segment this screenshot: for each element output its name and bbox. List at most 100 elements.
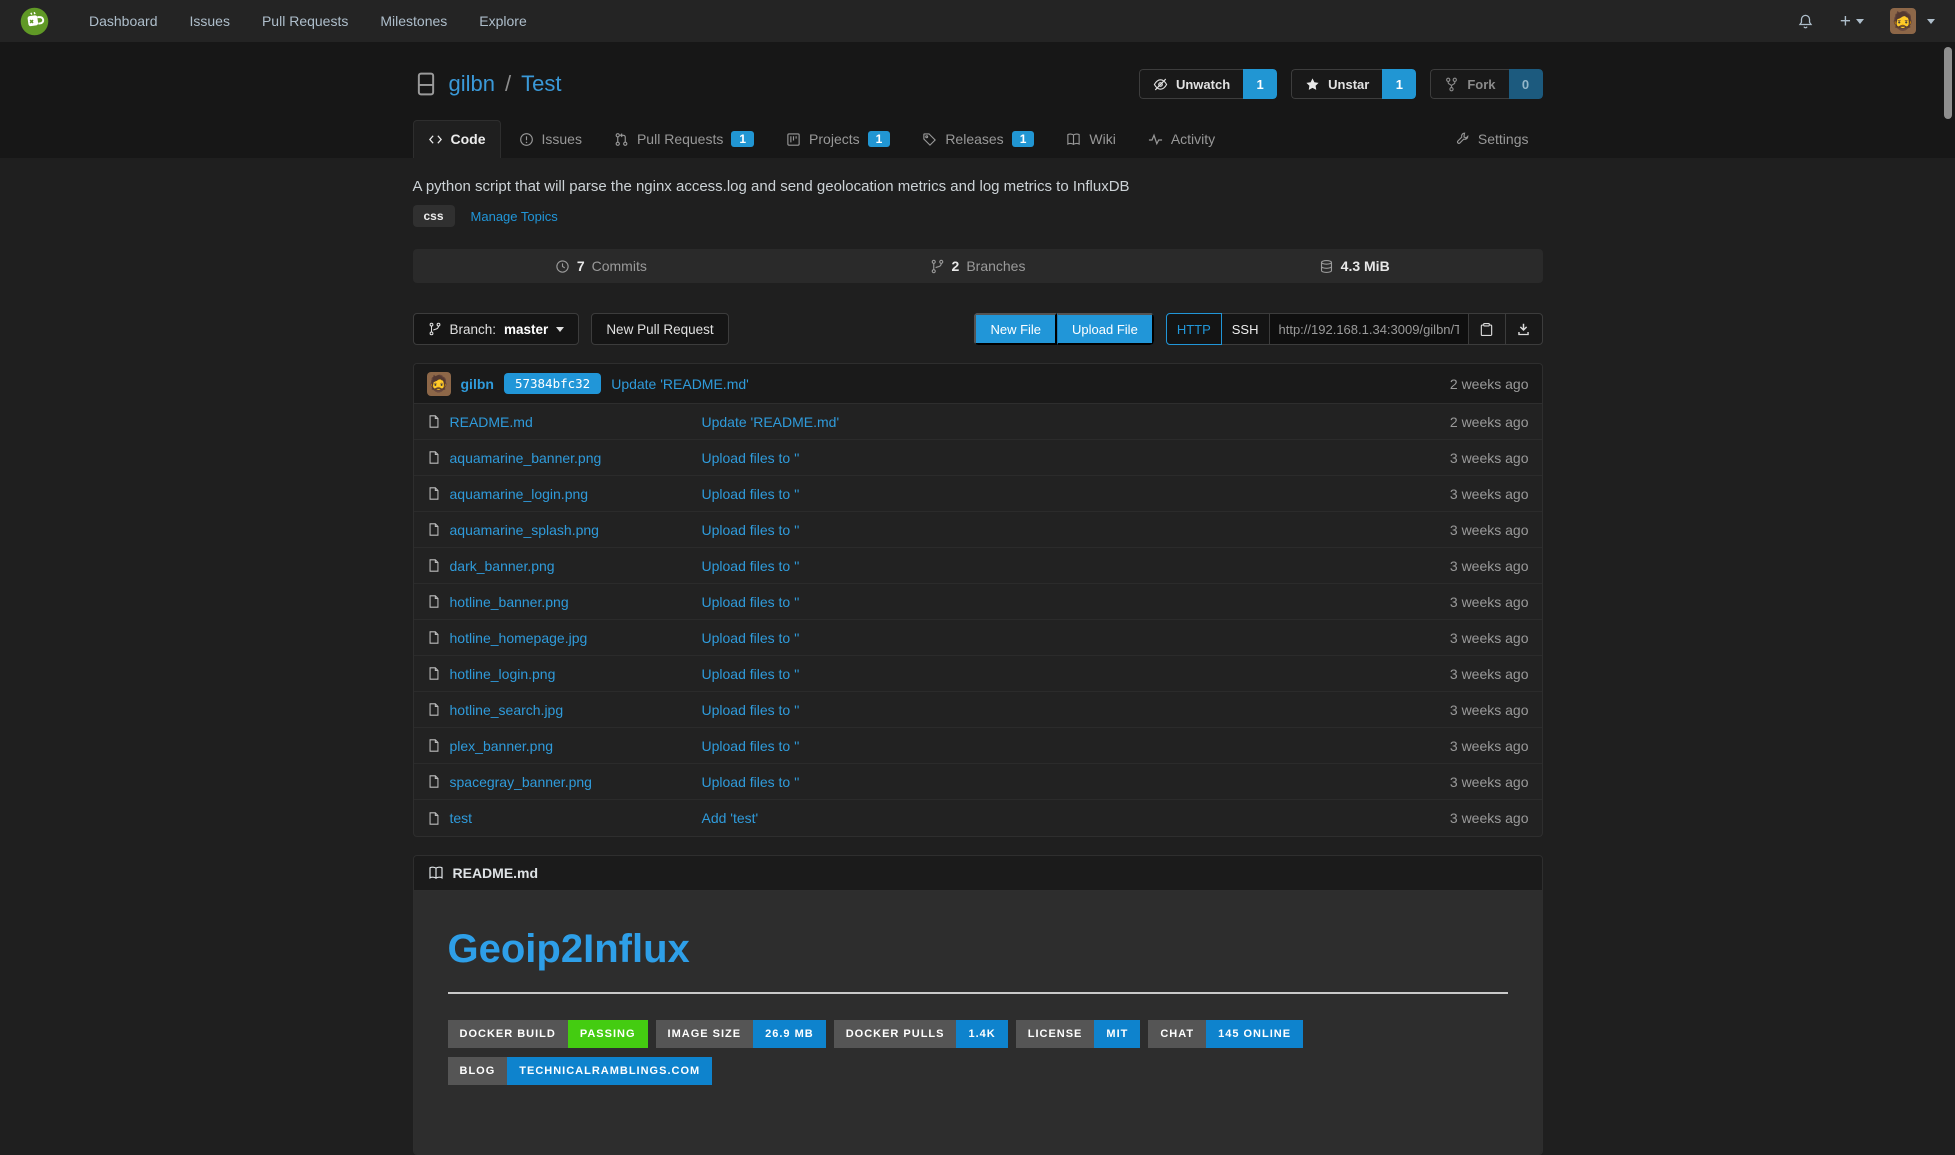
nav-issues[interactable]: Issues [190, 13, 230, 29]
commit-author-avatar[interactable]: 🧔 [427, 372, 451, 396]
clone-url-input[interactable] [1269, 313, 1469, 345]
readme-header: README.md [414, 856, 1542, 891]
tab-pull-requests[interactable]: Pull Requests 1 [600, 121, 768, 158]
http-toggle-button[interactable]: HTTP [1166, 313, 1222, 345]
eye-slash-icon [1153, 77, 1168, 92]
ssh-toggle-button[interactable]: SSH [1221, 313, 1270, 345]
badge-value: 145 ONLINE [1206, 1020, 1303, 1048]
upload-file-button[interactable]: Upload File [1057, 313, 1154, 345]
notifications-bell-icon[interactable] [1797, 13, 1814, 30]
repo-icon [413, 71, 439, 97]
wrench-icon [1455, 132, 1470, 147]
tab-issues[interactable]: Issues [505, 121, 596, 158]
book-icon [428, 865, 444, 881]
new-file-button[interactable]: New File [974, 313, 1057, 345]
commit-message-link[interactable]: Update 'README.md' [611, 376, 749, 392]
file-link[interactable]: hotline_banner.png [450, 594, 569, 610]
file-commit-message-link[interactable]: Upload files to '' [702, 522, 800, 538]
table-row: aquamarine_splash.pngUpload files to ''3… [414, 512, 1542, 548]
file-commit-message-link[interactable]: Add 'test' [702, 810, 759, 826]
file-link[interactable]: test [450, 810, 473, 826]
top-navbar: Dashboard Issues Pull Requests Milestone… [0, 0, 1955, 42]
download-archive-button[interactable] [1505, 313, 1543, 345]
badge-value: MIT [1094, 1020, 1140, 1048]
file-commit-message-link[interactable]: Update 'README.md' [702, 414, 840, 430]
file-link[interactable]: hotline_login.png [450, 666, 556, 682]
tab-projects[interactable]: Projects 1 [772, 121, 904, 158]
commits-stat[interactable]: 7 Commits [413, 258, 790, 274]
project-board-icon [786, 132, 801, 147]
file-link[interactable]: dark_banner.png [450, 558, 555, 574]
file-link[interactable]: aquamarine_login.png [450, 486, 589, 502]
file-link[interactable]: aquamarine_splash.png [450, 522, 599, 538]
file-icon [427, 666, 441, 681]
file-link[interactable]: README.md [450, 414, 533, 430]
file-icon [427, 702, 441, 717]
readme-badge[interactable]: IMAGE SIZE26.9 MB [656, 1020, 826, 1048]
manage-topics-link[interactable]: Manage Topics [471, 209, 558, 224]
create-new-dropdown[interactable]: + [1840, 12, 1864, 31]
file-date: 3 weeks ago [1450, 450, 1529, 466]
topic-tag-css[interactable]: css [413, 205, 455, 227]
readme-badge[interactable]: CHAT145 ONLINE [1148, 1020, 1303, 1048]
file-commit-message-link[interactable]: Upload files to '' [702, 558, 800, 574]
gitea-logo-icon[interactable] [20, 7, 49, 36]
unstar-button[interactable]: Unstar [1291, 69, 1382, 99]
file-commit-message-link[interactable]: Upload files to '' [702, 594, 800, 610]
nav-milestones[interactable]: Milestones [380, 13, 447, 29]
tab-releases[interactable]: Releases 1 [908, 121, 1048, 158]
watchers-count[interactable]: 1 [1243, 69, 1277, 99]
readme-badge[interactable]: DOCKER PULLS1.4K [834, 1020, 1008, 1048]
chevron-down-icon [556, 327, 564, 332]
fork-button[interactable]: Fork [1430, 69, 1508, 99]
file-link[interactable]: spacegray_banner.png [450, 774, 592, 790]
tab-settings[interactable]: Settings [1441, 121, 1543, 158]
fork-button-group: Fork 0 [1430, 69, 1542, 99]
file-date: 3 weeks ago [1450, 702, 1529, 718]
user-menu[interactable]: 🧔 [1890, 8, 1935, 34]
readme-divider [448, 992, 1508, 994]
file-link[interactable]: hotline_homepage.jpg [450, 630, 588, 646]
table-row: hotline_homepage.jpgUpload files to ''3 … [414, 620, 1542, 656]
file-commit-message-link[interactable]: Upload files to '' [702, 630, 800, 646]
stars-count[interactable]: 1 [1382, 69, 1416, 99]
file-commit-message-link[interactable]: Upload files to '' [702, 738, 800, 754]
commit-author-link[interactable]: gilbn [461, 376, 494, 392]
file-link[interactable]: aquamarine_banner.png [450, 450, 602, 466]
branch-selector[interactable]: Branch: master [413, 313, 580, 345]
file-commit-message-link[interactable]: Upload files to '' [702, 666, 800, 682]
file-date: 3 weeks ago [1450, 810, 1529, 826]
tab-code[interactable]: Code [413, 120, 501, 158]
nav-dashboard[interactable]: Dashboard [89, 13, 158, 29]
tab-projects-label: Projects [809, 131, 860, 147]
readme-badge[interactable]: LICENSEMIT [1016, 1020, 1141, 1048]
file-commit-message-link[interactable]: Upload files to '' [702, 774, 800, 790]
size-stat[interactable]: 4.3 MiB [1166, 258, 1543, 274]
file-date: 3 weeks ago [1450, 594, 1529, 610]
tab-activity[interactable]: Activity [1134, 121, 1229, 158]
file-commit-message-link[interactable]: Upload files to '' [702, 486, 800, 502]
commit-sha-badge[interactable]: 57384bfc32 [504, 373, 601, 394]
file-commit-message-link[interactable]: Upload files to '' [702, 702, 800, 718]
repo-owner-link[interactable]: gilbn [449, 71, 495, 97]
page-scrollbar[interactable] [1944, 47, 1952, 119]
nav-pull-requests[interactable]: Pull Requests [262, 13, 348, 29]
file-date: 3 weeks ago [1450, 558, 1529, 574]
readme-badge[interactable]: BLOGTECHNICALRAMBLINGS.COM [448, 1057, 713, 1085]
file-link[interactable]: plex_banner.png [450, 738, 554, 754]
table-row: aquamarine_login.pngUpload files to ''3 … [414, 476, 1542, 512]
tab-wiki[interactable]: Wiki [1052, 121, 1129, 158]
readme-filename: README.md [453, 865, 539, 881]
copy-url-button[interactable] [1468, 313, 1506, 345]
fork-icon [1444, 77, 1459, 92]
file-commit-message-link[interactable]: Upload files to '' [702, 450, 800, 466]
new-pull-request-button[interactable]: New Pull Request [591, 313, 728, 345]
branches-stat[interactable]: 2 Branches [789, 258, 1166, 274]
tab-issues-label: Issues [542, 131, 582, 147]
readme-badge[interactable]: DOCKER BUILDPASSING [448, 1020, 648, 1048]
forks-count[interactable]: 0 [1509, 69, 1543, 99]
unwatch-button[interactable]: Unwatch [1139, 69, 1243, 99]
nav-explore[interactable]: Explore [479, 13, 526, 29]
file-link[interactable]: hotline_search.jpg [450, 702, 564, 718]
repo-name-link[interactable]: Test [521, 71, 561, 97]
